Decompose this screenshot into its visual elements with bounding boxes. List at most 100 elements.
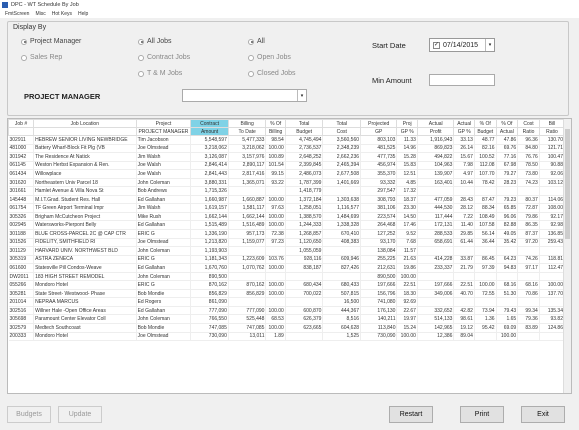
table-row[interactable]: 305698 Paramount Center Elevator Coll John… <box>8 314 566 325</box>
column-subheader[interactable]: Amount <box>190 127 229 136</box>
vertical-scrollbar[interactable] <box>563 119 571 393</box>
jobs-grid[interactable]: Job # Job Location Project Contract Billing%… <box>7 118 572 394</box>
budgets-button[interactable]: Budgets <box>7 406 51 423</box>
print-button[interactable]: Print <box>460 406 504 423</box>
min-amount-input[interactable] <box>429 74 495 86</box>
table-row[interactable]: 302911 HEBREW SENIOR LIVING NEWBRIDGE Tim … <box>8 135 566 145</box>
table-row[interactable]: 061434 Willowplace Joe Walsh 2,841,443 2,817… <box>8 169 566 179</box>
column-header[interactable]: Job # <box>8 119 35 128</box>
table-row[interactable]: DW2011 183 HIGH STREET REMODEL John Colema… <box>8 272 566 282</box>
table-cell: 100.00 <box>396 332 418 342</box>
table-row[interactable]: 061754 TF Green Airport Terminal Impr Jim … <box>8 203 566 213</box>
column-header[interactable]: % Of <box>473 119 497 128</box>
radio-closed-jobs[interactable]: Closed Jobs <box>248 70 296 77</box>
table-row[interactable]: 305319 ASTRA ZENECA ERIC G 1,181,343 1,223,6… <box>8 255 566 265</box>
table-row[interactable]: 302579 Medtech Southcoast Bob Mondie 747,08… <box>8 323 566 333</box>
table-cell: 1,181,343 <box>190 255 229 265</box>
restart-button[interactable]: Restart <box>389 406 433 423</box>
table-row[interactable]: 305281 State Street- Westwood- Phase Bob M… <box>8 289 566 299</box>
table-cell: 19.12 <box>453 323 475 333</box>
column-header[interactable]: Proj <box>396 119 418 128</box>
table-row[interactable]: 061145 Weston Herbst Expansion & Ren. Joe … <box>8 161 566 171</box>
table-cell: 302911 <box>8 135 35 145</box>
table-cell: 827,426 <box>322 263 362 273</box>
radio-project-manager[interactable]: Project Manager <box>21 38 81 45</box>
column-header[interactable]: Total <box>322 119 362 128</box>
column-subheader[interactable]: PROJECT MANAGER <box>135 127 192 136</box>
column-header[interactable]: Billing <box>227 119 267 128</box>
table-cell: ASTRA ZENECA <box>33 255 137 265</box>
table-row[interactable]: 301526 FIDELITY, SMITHFIELD RI Joe Olmstea… <box>8 238 566 248</box>
column-subheader[interactable]: Billing <box>265 127 286 136</box>
date-checkbox[interactable] <box>433 41 440 49</box>
chevron-down-icon[interactable]: ▾ <box>297 90 306 101</box>
table-row[interactable]: 302516 Willner Hale -Open Office Areas Ed … <box>8 306 566 316</box>
column-subheader[interactable]: Cost <box>322 127 362 136</box>
column-header[interactable]: Cost <box>517 119 540 128</box>
table-row[interactable]: 201014 NEPRAA MARCUS Ed Rogers 861,090 16,50… <box>8 297 566 307</box>
table-cell <box>474 332 497 342</box>
table-cell: 4.97 <box>453 169 475 179</box>
column-subheader[interactable]: GP % <box>396 127 418 136</box>
menu-misc[interactable]: Misc <box>35 11 45 17</box>
table-row[interactable]: 145448 M.I.T.Grad. Student Res. Hall Ed Ga… <box>8 195 566 205</box>
column-subheader[interactable] <box>33 127 137 136</box>
column-header[interactable]: Total <box>284 119 324 128</box>
table-cell: 1.65 <box>496 314 519 325</box>
column-header[interactable]: Project <box>135 119 192 128</box>
radio-all-jobs[interactable]: All Jobs <box>138 38 172 45</box>
column-subheader[interactable]: Actual <box>495 127 519 136</box>
table-cell: 183 HIGH STREET REMODEL <box>33 272 137 282</box>
column-subheader[interactable]: GP <box>360 127 398 136</box>
table-row[interactable]: 055266 Mondoro Hotel ERIC G 870,162 870,162 1… <box>8 280 566 290</box>
table-row[interactable]: 002945 Watersworks-Pierpont Belly Ed Galla… <box>8 220 566 230</box>
project-manager-select[interactable]: ▾ <box>182 89 307 102</box>
column-subheader[interactable]: Ratio <box>517 127 540 136</box>
calendar-dropdown-icon[interactable]: ▾ <box>485 39 494 51</box>
column-subheader[interactable]: Budget <box>473 127 497 136</box>
radio-sales-rep[interactable]: Sales Rep <box>21 54 62 61</box>
column-header[interactable]: Actual <box>453 119 475 128</box>
start-date-picker[interactable]: 07/14/2015 ▾ <box>429 38 495 52</box>
table-row[interactable]: 301661 Hamlet Avenue & Villa Nova St Bob A… <box>8 186 566 196</box>
column-header[interactable]: Bill <box>538 119 566 128</box>
table-cell: 100.00 <box>539 280 566 290</box>
radio-contract-jobs[interactable]: Contract Jobs <box>138 54 190 61</box>
menu-help[interactable]: Help <box>78 11 88 17</box>
scrollbar-thumb[interactable] <box>565 129 570 239</box>
column-header[interactable]: Projected <box>360 119 398 128</box>
table-row[interactable]: 301129 HARVARD UNIV. NORTHWEST BLD John Co… <box>8 246 566 256</box>
radio-tm-jobs[interactable]: T & M Jobs <box>138 70 182 77</box>
column-subheader[interactable]: To Date <box>227 127 267 136</box>
column-header[interactable]: % Of <box>495 119 519 128</box>
radio-all[interactable]: All <box>248 38 265 45</box>
exit-button[interactable]: Exit <box>521 406 565 423</box>
table-row[interactable]: 061600 Statesville Pill Condos-Weave Ed Ga… <box>8 263 566 273</box>
column-subheader[interactable] <box>8 127 35 136</box>
table-row[interactable]: 200333 Mondoro Hotel Joe Olmstead 730,090 13… <box>8 332 566 342</box>
column-header[interactable]: Job Location <box>33 119 137 128</box>
column-subheader[interactable]: Profit <box>416 127 455 136</box>
table-cell: 1,055,059 <box>285 246 324 256</box>
menu-hotkeys[interactable]: Hot Keys <box>52 11 72 17</box>
column-subheader[interactable]: Budget <box>284 127 324 136</box>
table-row[interactable]: 301620 Northeastern Univ Parcel 18 John Co… <box>8 178 566 188</box>
column-subheader[interactable]: Ratio <box>538 127 566 136</box>
column-header[interactable]: Actual <box>416 119 455 128</box>
table-cell <box>474 186 497 196</box>
table-row[interactable]: 481000 Battery Wharf-Block Fit Plg (VB Joe… <box>8 144 566 154</box>
table-row[interactable]: 301188 BLUE CROSS-PARCEL 2C @ CAP CTR ERIC… <box>8 229 566 239</box>
column-header[interactable]: Contract <box>190 119 229 128</box>
table-cell: 79.86 <box>517 212 540 222</box>
radio-open-jobs[interactable]: Open Jobs <box>248 54 291 61</box>
table-cell: Bob Mondie <box>136 289 192 299</box>
column-subheader[interactable]: GP % <box>453 127 475 136</box>
table-row[interactable]: 305326 Brigham McCutcheon Project Mike Rus… <box>8 212 566 222</box>
column-header[interactable]: % Of <box>265 119 286 128</box>
menu-fmtscreen[interactable]: FmtScreen <box>5 11 29 17</box>
table-cell: 74.26 <box>517 255 540 265</box>
table-cell: 5,548,597 <box>190 135 229 145</box>
update-button[interactable]: Update <box>58 406 102 423</box>
table-cell: 76.76 <box>517 152 540 162</box>
table-row[interactable]: 301942 The Residence At Natick Jim Walsh 3,… <box>8 152 566 162</box>
